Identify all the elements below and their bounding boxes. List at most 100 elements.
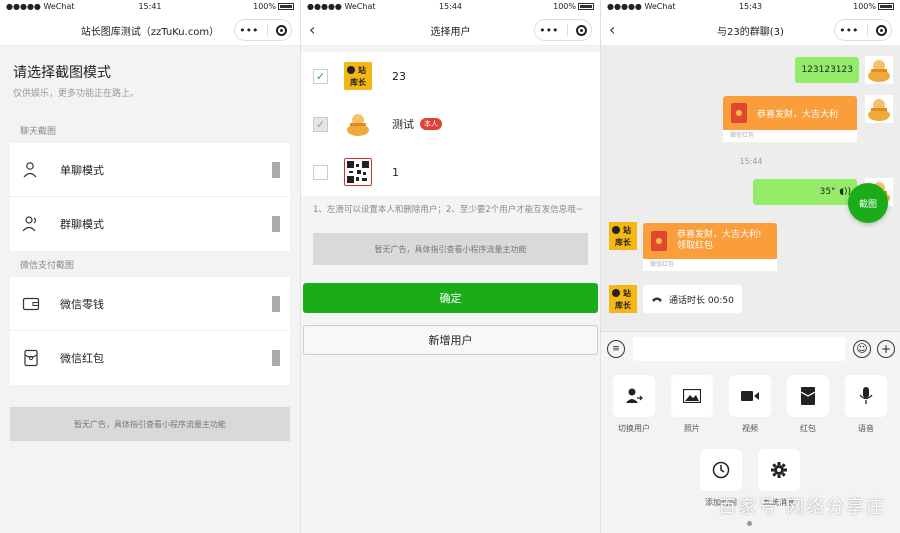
checkbox-checked-disabled[interactable]: ✓ bbox=[313, 116, 328, 132]
svg-text:站: 站 bbox=[623, 225, 631, 235]
redpacket-body: 恭喜发财，大吉大利 bbox=[723, 96, 857, 130]
battery-indicator: 100% bbox=[253, 2, 294, 11]
battery-percent: 100% bbox=[853, 2, 876, 11]
capsule-menu: ••• bbox=[834, 19, 892, 41]
video-tile[interactable]: 视频 bbox=[728, 375, 772, 434]
ad-placeholder: 暂无广告，具体指引查看小程序流量主功能 bbox=[10, 407, 290, 441]
status-bar: ●●●●● WeChat 15:43 100% bbox=[601, 0, 900, 14]
confirm-button[interactable]: 确定 bbox=[303, 283, 598, 313]
chat-mode-menu: 单聊模式 群聊模式 bbox=[10, 143, 290, 251]
capsule-menu: ••• bbox=[534, 19, 592, 41]
capsule-divider bbox=[866, 24, 868, 36]
user-row[interactable]: 1 bbox=[301, 148, 600, 196]
switch-user-tile[interactable]: 切换用户 bbox=[612, 375, 656, 434]
item-handle bbox=[272, 161, 280, 178]
screenshot-button[interactable]: 截图 bbox=[848, 183, 888, 223]
more-icon[interactable]: ••• bbox=[539, 24, 558, 37]
battery-indicator: 100% bbox=[553, 2, 594, 11]
redpacket-footer: 微信红包 bbox=[643, 259, 777, 271]
close-miniprogram-icon[interactable] bbox=[575, 24, 587, 36]
user-avatar-courier bbox=[344, 110, 372, 138]
redpacket-text: 恭喜发财，大吉大利! 领取红包 bbox=[677, 230, 762, 252]
redpacket-message[interactable]: 恭喜发财，大吉大利! 领取红包 微信红包 bbox=[643, 223, 777, 271]
user-name: 测试 bbox=[392, 118, 414, 131]
more-icon[interactable]: ••• bbox=[239, 24, 258, 37]
emoji-icon[interactable]: ☺ bbox=[853, 339, 871, 358]
avatar-courier bbox=[865, 56, 893, 84]
page-subtitle: 仅供娱乐，更多功能正在路上。 bbox=[13, 89, 140, 99]
svg-text:库长: 库长 bbox=[615, 237, 632, 247]
page-title: 请选择截图模式 bbox=[13, 65, 111, 81]
user-name: 1 bbox=[392, 165, 399, 179]
capsule-divider bbox=[266, 24, 268, 36]
time-divider: 15:44 bbox=[739, 157, 763, 166]
nav-bar: ‹ 选择用户 ••• bbox=[301, 14, 600, 46]
avatar-logo: 站库长 bbox=[609, 285, 637, 313]
switch-user-icon bbox=[613, 375, 655, 417]
menu-lines-icon[interactable]: ≡ bbox=[607, 339, 625, 358]
checkbox-unchecked[interactable] bbox=[313, 164, 328, 180]
plus-icon[interactable]: + bbox=[877, 339, 895, 358]
add-user-button[interactable]: 新增用户 bbox=[303, 325, 598, 355]
battery-percent: 100% bbox=[253, 2, 276, 11]
wallet-item[interactable]: 微信零钱 bbox=[10, 277, 290, 331]
text-message-bubble[interactable]: 123123123 bbox=[795, 57, 859, 83]
voice-duration: 35" bbox=[819, 187, 836, 197]
gear-icon bbox=[758, 449, 800, 491]
redpacket-footer: 微信红包 bbox=[723, 130, 857, 142]
redpacket-tile[interactable]: 红包 bbox=[786, 375, 830, 434]
ad-placeholder: 暂无广告，具体指引查看小程序流量主功能 bbox=[313, 233, 588, 265]
user-row[interactable]: ✓ 站库长 23 bbox=[301, 52, 600, 100]
tile-label: 红包 bbox=[800, 424, 816, 433]
status-bar: ●●●●● WeChat 15:44 100% bbox=[301, 0, 600, 14]
user-avatar-qrcode bbox=[344, 158, 372, 186]
message-input[interactable] bbox=[633, 336, 845, 361]
user-list: ✓ 站库长 23 ✓ 测试 本人 1 bbox=[301, 52, 600, 196]
status-bar: ●●●●● WeChat 15:41 100% bbox=[0, 0, 300, 14]
avatar-courier bbox=[865, 95, 893, 123]
single-chat-mode-item[interactable]: 单聊模式 bbox=[10, 143, 290, 197]
battery-fill bbox=[580, 5, 592, 8]
svg-text:站: 站 bbox=[358, 65, 366, 75]
tile-label: 照片 bbox=[684, 424, 700, 433]
redpacket-message[interactable]: 恭喜发财，大吉大利 微信红包 bbox=[723, 96, 857, 142]
battery-fill bbox=[280, 5, 292, 8]
voice-message-bubble[interactable]: 35" ◖)) bbox=[753, 179, 857, 205]
voice-tile[interactable]: 语音 bbox=[844, 375, 888, 434]
call-duration: 通话时长 00:50 bbox=[669, 295, 734, 306]
video-icon bbox=[729, 375, 771, 417]
close-miniprogram-icon[interactable] bbox=[875, 24, 887, 36]
redpacket-greeting: 恭喜发财，大吉大利! bbox=[677, 230, 762, 240]
wallet-label: 微信零钱 bbox=[60, 297, 104, 311]
pay-mode-menu: 微信零钱 微信红包 bbox=[10, 277, 290, 385]
capsule-menu: ••• bbox=[234, 19, 292, 41]
redpacket-label: 微信红包 bbox=[60, 352, 104, 365]
redpacket-claim: 领取红包 bbox=[677, 241, 714, 251]
tile-label: 语音 bbox=[858, 424, 874, 433]
tile-label: 视频 bbox=[742, 424, 758, 433]
svg-text:库长: 库长 bbox=[615, 300, 632, 310]
call-record-bubble[interactable]: 通话时长 00:50 bbox=[643, 285, 742, 313]
self-badge: 本人 bbox=[420, 118, 442, 130]
more-icon[interactable]: ••• bbox=[839, 24, 858, 37]
group-chat-mode-item[interactable]: 群聊模式 bbox=[10, 197, 290, 251]
tile-label: 切换用户 bbox=[618, 424, 650, 433]
redpacket-body: 恭喜发财，大吉大利! 领取红包 bbox=[643, 223, 777, 259]
nav-bar: 站长图库测试（zzTuKu.com） ••• bbox=[0, 14, 300, 46]
clock-icon bbox=[700, 449, 742, 491]
item-handle bbox=[272, 295, 280, 312]
microphone-icon bbox=[845, 375, 887, 417]
group-users-icon bbox=[20, 213, 42, 235]
wallet-icon bbox=[20, 293, 42, 315]
photo-tile[interactable]: 照片 bbox=[670, 375, 714, 434]
section-label-pay: 微信支付截图 bbox=[20, 261, 75, 271]
close-miniprogram-icon[interactable] bbox=[275, 24, 287, 36]
envelope-icon bbox=[651, 231, 667, 251]
input-bar: ≡ ☺ + bbox=[601, 331, 900, 365]
checkbox-checked[interactable]: ✓ bbox=[313, 68, 328, 84]
redpacket-item[interactable]: 微信红包 bbox=[10, 331, 290, 385]
group-chat-label: 群聊模式 bbox=[60, 218, 104, 231]
user-row[interactable]: ✓ 测试 本人 bbox=[301, 100, 600, 148]
battery-fill bbox=[880, 5, 892, 8]
photo-icon bbox=[671, 375, 713, 417]
